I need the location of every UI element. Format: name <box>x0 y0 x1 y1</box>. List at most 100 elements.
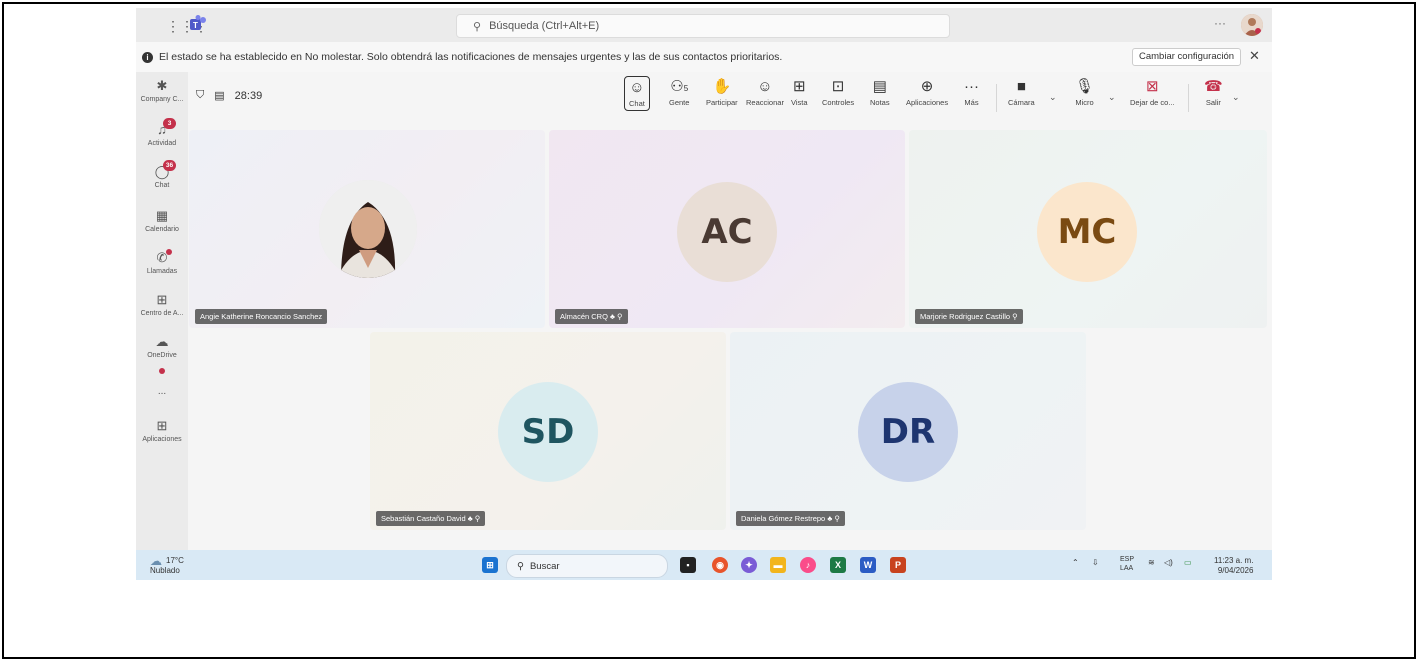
search-placeholder: Búsqueda (Ctrl+Alt+E) <box>489 20 600 32</box>
weather-widget[interactable]: ☁ 17°C Nublado <box>150 554 184 576</box>
participant-name: Sebastián Castaño David ♣ ⚲ <box>376 511 486 526</box>
rail-item-calls[interactable]: ✆ Llamadas <box>136 249 188 275</box>
svg-text:T: T <box>193 21 198 30</box>
battery-icon[interactable]: ▭ <box>1184 558 1192 567</box>
mic-button[interactable]: 🎙 Micro <box>1075 78 1094 107</box>
rail-item-add-apps[interactable]: ⊞ Aplicaciones <box>136 418 188 443</box>
search-icon: ⚲ <box>517 560 524 572</box>
usb-icon[interactable]: ⇩ <box>1092 558 1099 567</box>
notes-button[interactable]: ▤ Notas <box>870 78 890 107</box>
rail-item-calendar[interactable]: ▦ Calendario <box>136 208 188 233</box>
ellipsis-icon: ··· <box>964 78 979 95</box>
hang-up-icon: ☎ <box>1204 78 1223 95</box>
toolbar-divider <box>1188 84 1189 112</box>
participant-avatar: MC <box>1037 182 1137 282</box>
raise-hand-button[interactable]: ✋ Participar <box>706 78 738 107</box>
chevron-down-icon[interactable]: ⌄ <box>1232 92 1240 103</box>
apps-center-icon: ⊞ <box>156 292 168 307</box>
change-settings-button[interactable]: Cambiar configuración <box>1132 48 1242 66</box>
rail-item-more[interactable]: ... <box>136 368 188 397</box>
excel-icon[interactable]: X <box>830 557 846 573</box>
volume-icon[interactable]: ◁) <box>1164 558 1173 567</box>
people-button[interactable]: ⚇5 Gente <box>669 78 689 107</box>
search-bar[interactable]: ⚲ Búsqueda (Ctrl+Alt+E) <box>456 14 950 38</box>
rail-item-company[interactable]: ✱ Company C... <box>136 78 188 103</box>
notification-bar: i El estado se ha establecido en No mole… <box>136 42 1272 73</box>
more-button[interactable]: ··· Más <box>964 78 979 107</box>
rail-item-chat[interactable]: ◯ 36 Chat <box>136 160 188 189</box>
react-button[interactable]: ☺ Reaccionar <box>746 78 784 107</box>
guest-icon: ♣ <box>610 312 615 321</box>
mic-muted-icon: ⚲ <box>474 514 481 523</box>
company-icon: ✱ <box>156 78 168 93</box>
rail-item-apps-center[interactable]: ⊞ Centro de A... <box>136 292 188 317</box>
powerpoint-icon[interactable]: P <box>890 557 906 573</box>
left-rail: ✱ Company C... ♫ 3 Actividad ◯ 36 Chat ▦ C… <box>136 72 188 550</box>
meeting-info: ⛉ ▤ 28:39 <box>196 89 262 102</box>
chat-bubble-icon: ☺ <box>629 79 645 96</box>
word-icon[interactable]: W <box>860 557 876 573</box>
guest-icon: ♣ <box>827 514 833 523</box>
teams-window: ⋮⋮⋮ T ⚲ Búsqueda (Ctrl+Alt+E) ··· i El e… <box>136 8 1272 580</box>
chevron-up-icon[interactable]: ⌃ <box>1072 558 1079 567</box>
more-options-icon[interactable]: ··· <box>1214 16 1226 30</box>
more-icon <box>154 368 170 384</box>
calendar-icon: ▦ <box>155 208 169 223</box>
participant-name: Daniela Gómez Restrepo ♣ ⚲ <box>736 511 845 526</box>
chevron-down-icon[interactable]: ⌄ <box>1049 92 1057 103</box>
chevron-down-icon[interactable]: ⌄ <box>1108 92 1116 103</box>
chrome-icon[interactable]: ◉ <box>712 557 728 573</box>
people-icon: ⚇5 <box>670 78 689 95</box>
camera-button[interactable]: ■ Cámara <box>1008 78 1035 107</box>
chat-button[interactable]: ☺ Chat <box>624 76 650 111</box>
activity-badge: 3 <box>163 118 176 129</box>
microphone-icon: 🎙 <box>1075 78 1095 95</box>
windows-start-icon[interactable]: ⊞ <box>482 557 498 573</box>
controls-icon: ⊡ <box>831 78 845 95</box>
copilot-icon[interactable]: ✦ <box>741 557 757 573</box>
cloud-icon: ☁ <box>150 554 162 568</box>
info-icon: i <box>142 51 153 63</box>
participant-tile[interactable]: MC Marjorie Rodriguez Castillo ⚲ <box>909 130 1267 328</box>
notes-indicator-icon: ▤ <box>214 90 225 102</box>
chat-icon: ◯ 36 <box>154 160 176 180</box>
user-avatar[interactable] <box>1241 14 1263 36</box>
title-bar: ⋮⋮⋮ T ⚲ Búsqueda (Ctrl+Alt+E) ··· <box>136 8 1272 42</box>
hand-icon: ✋ <box>712 78 732 95</box>
meeting-timer: 28:39 <box>234 89 263 102</box>
view-button[interactable]: ⊞ Vista <box>791 78 808 107</box>
stop-sharing-button[interactable]: ⊠ Dejar de co... <box>1130 78 1175 107</box>
teams-logo-icon: T <box>190 15 206 30</box>
meeting-toolbar: ⛉ ▤ 28:39 ☺ Chat ⚇5 Gente ✋ Participar ☺… <box>188 72 1272 124</box>
shield-icon: ⛉ <box>196 89 205 101</box>
wifi-icon[interactable]: ≋ <box>1148 558 1155 567</box>
apps-button[interactable]: ⊕ Aplicaciones <box>906 78 948 107</box>
clock[interactable]: 11:23 a. m. 9/04/2026 <box>1214 556 1253 576</box>
calls-dot <box>166 249 172 255</box>
add-apps-icon: ⊞ <box>156 418 168 433</box>
participant-name: Angie Katherine Roncancio Sanchez <box>195 309 328 324</box>
rail-item-onedrive[interactable]: ☁ OneDrive <box>136 334 188 359</box>
windows-taskbar: ☁ 17°C Nublado ⊞ ⚲ Buscar ▪ ◉ ✦ ▬ ♪ X W … <box>136 550 1272 580</box>
phone-icon: ✆ <box>154 249 172 266</box>
bell-icon: ♫ 3 <box>154 118 176 138</box>
participant-tile[interactable]: AC Almacén CRQ ♣ ⚲ <box>549 130 905 328</box>
toolbar-divider <box>996 84 997 112</box>
participant-tile[interactable]: SD Sebastián Castaño David ♣ ⚲ <box>370 332 726 530</box>
participant-avatar: AC <box>677 182 777 282</box>
language-indicator[interactable]: ESP LAA <box>1120 555 1134 573</box>
itunes-icon[interactable]: ♪ <box>800 557 816 573</box>
file-explorer-icon[interactable]: ▬ <box>770 557 786 573</box>
task-view-icon[interactable]: ▪ <box>680 557 696 573</box>
add-app-icon: ⊕ <box>920 78 934 95</box>
participant-tile[interactable]: Angie Katherine Roncancio Sanchez <box>189 130 545 328</box>
taskbar-search[interactable]: ⚲ Buscar <box>506 554 668 578</box>
leave-button[interactable]: ☎ Salir <box>1204 78 1223 107</box>
controls-button[interactable]: ⊡ Controles <box>822 78 854 107</box>
stop-share-icon: ⊠ <box>1146 78 1159 95</box>
rail-item-activity[interactable]: ♫ 3 Actividad <box>136 118 188 147</box>
close-icon[interactable]: ✕ <box>1249 48 1260 64</box>
participant-tile[interactable]: DR Daniela Gómez Restrepo ♣ ⚲ <box>730 332 1086 530</box>
view-grid-icon: ⊞ <box>792 78 806 95</box>
participant-photo <box>319 180 417 278</box>
